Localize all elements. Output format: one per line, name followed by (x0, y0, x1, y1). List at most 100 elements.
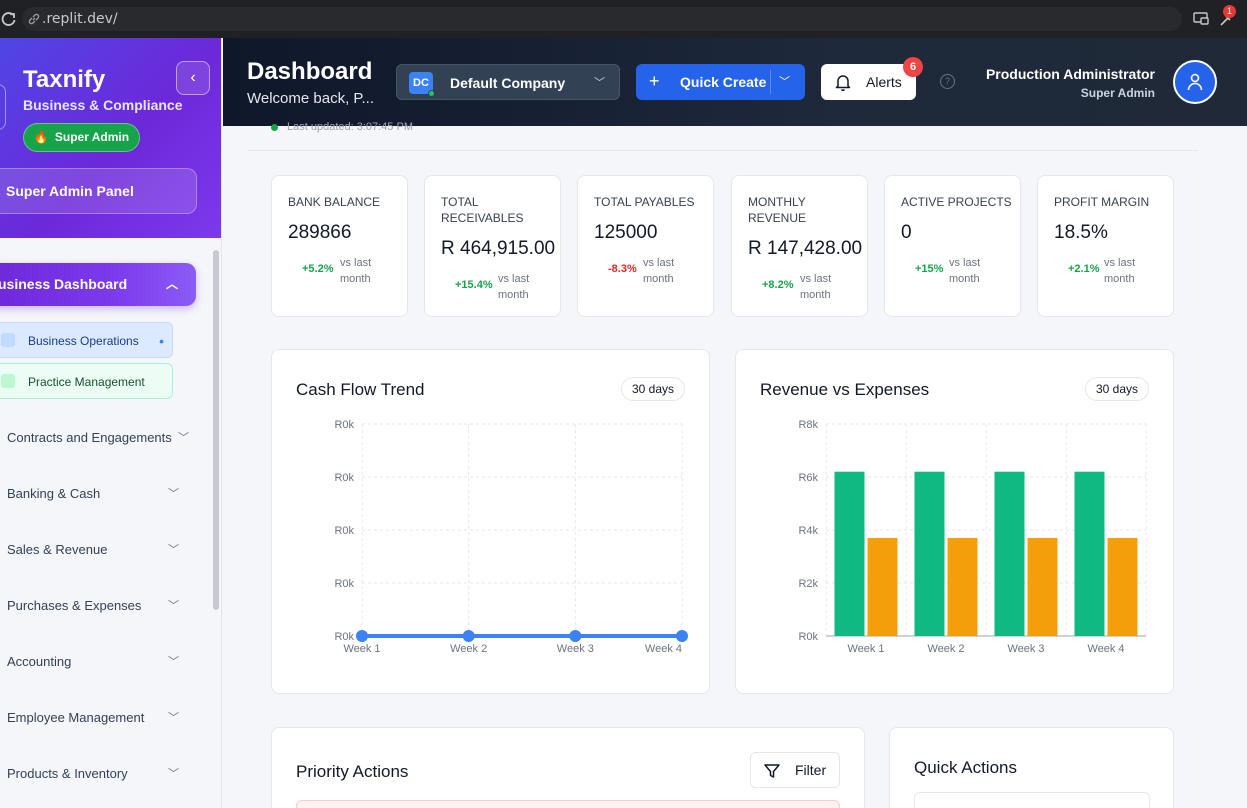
stat-change: +15% (915, 263, 944, 275)
stat-vs-label: vs last month (1104, 257, 1136, 285)
sidebar-item-label: Products & Inventory (7, 766, 128, 781)
quick-create-label: Quick Create (680, 74, 767, 90)
sidebar-item-sales[interactable]: Sales & Revenue ﹀ (7, 538, 187, 562)
priority-actions-card: Priority Actions Filter (271, 727, 865, 808)
x-tick-label: Week 1 (343, 643, 380, 655)
sidebar-item-purchases[interactable]: Purchases & Expenses ﹀ (7, 594, 187, 618)
x-tick-label: Week 1 (847, 643, 884, 655)
page-title: Dashboard (247, 58, 373, 85)
chevron-down-icon: ﹀ (168, 488, 179, 500)
sidebar-item-label: usiness Dashboard (0, 276, 128, 292)
quick-action-item[interactable] (914, 792, 1150, 808)
stat-label: MONTHLY REVENUE (748, 195, 807, 225)
extension-badge: 1 (1223, 5, 1236, 18)
chevron-down-icon[interactable]: ﹀ (779, 64, 790, 100)
sidebar-subitem-label: Business Operations (28, 334, 139, 348)
quick-create-button[interactable]: + Quick Create ﹀ (636, 64, 805, 100)
super-admin-panel-button[interactable]: Super Admin Panel (0, 168, 197, 214)
sidebar-item-label: Banking & Cash (7, 486, 101, 501)
sidebar-item-banking[interactable]: Banking & Cash ﹀ (7, 482, 187, 506)
stat-label: BANK BALANCE (288, 195, 381, 209)
stat-change: +2.1% (1068, 263, 1100, 275)
sidebar-item-label: Contracts and Engagements (7, 430, 172, 445)
data-point (462, 630, 475, 642)
chevron-down-icon: ﹀ (168, 600, 179, 612)
revenue-bar (834, 471, 865, 636)
stat-card-bank-balance[interactable]: BANK BALANCE 289866 +5.2% vs last month (271, 175, 408, 317)
sidebar-subitem-business-operations[interactable]: Business Operations • (0, 322, 173, 358)
stat-label: PROFIT MARGIN (1054, 195, 1150, 209)
stat-vs-label: vs last month (340, 257, 372, 285)
collapse-sidebar-button[interactable]: ‹ (176, 61, 210, 95)
sidebar-item-label: Purchases & Expenses (7, 598, 142, 613)
priority-action-item[interactable] (296, 800, 840, 808)
stat-card-total-payables[interactable]: TOTAL PAYABLES 125000 -8.3% vs last mont… (577, 175, 714, 317)
sidebar-subitem-practice-management[interactable]: Practice Management (0, 363, 173, 399)
browser-toolbar: .replit.dev/ 1 (0, 0, 1247, 38)
sidebar-subitem-label: Practice Management (28, 375, 145, 389)
role-badge: 🔥 Super Admin (23, 123, 140, 152)
sidebar-scrollbar[interactable] (213, 250, 219, 610)
sidebar-item-label: Employee Management (7, 710, 145, 725)
stat-card-profit-margin[interactable]: PROFIT MARGIN 18.5% +2.1% vs last month (1037, 175, 1174, 317)
stat-card-monthly-revenue[interactable]: MONTHLY REVENUE R 147,428.00 +8.2% vs la… (731, 175, 868, 317)
y-tick-label: R8k (798, 419, 818, 431)
data-point (676, 630, 688, 642)
stat-change: +8.2% (762, 279, 794, 291)
site-info-icon[interactable] (27, 12, 41, 26)
alerts-button[interactable]: Alerts 6 (821, 57, 923, 100)
sidebar-item-label: Accounting (7, 654, 72, 669)
chart-range-badge[interactable]: 30 days (1084, 377, 1149, 401)
filter-icon (764, 764, 780, 778)
x-tick-label: Week 2 (450, 643, 487, 655)
sidebar-item-business-dashboard[interactable]: usiness Dashboard ︿ (0, 263, 196, 306)
x-tick-label: Week 3 (557, 643, 594, 655)
stat-card-active-projects[interactable]: ACTIVE PROJECTS 0 +15% vs last month (884, 175, 1021, 317)
cast-icon[interactable] (1192, 10, 1210, 28)
expense-bar (1107, 537, 1138, 636)
expense-bar (1027, 537, 1058, 636)
filter-label: Filter (795, 762, 827, 778)
user-icon (1187, 73, 1203, 91)
sidebar-item-label: Sales & Revenue (7, 542, 108, 557)
sidebar-item-contracts[interactable]: Contracts and Engagements ﹀ (7, 426, 189, 450)
stat-label: ACTIVE PROJECTS (901, 195, 1012, 209)
stat-label: TOTAL RECEIVABLES (441, 195, 524, 225)
company-name: Default Company (450, 75, 566, 91)
stat-change: +5.2% (302, 263, 334, 275)
sidebar-header: Taxnify Business & Compliance ‹ 🔥 Super A… (0, 38, 221, 238)
x-tick-label: Week 4 (1087, 643, 1124, 655)
filter-button[interactable]: Filter (750, 752, 840, 788)
revenue-bar (914, 471, 945, 636)
sidebar-item-employees[interactable]: Employee Management ﹀ (7, 706, 187, 730)
chart-range-badge[interactable]: 30 days (620, 377, 685, 401)
sidebar: Taxnify Business & Compliance ‹ 🔥 Super A… (0, 38, 222, 808)
user-avatar[interactable] (1173, 60, 1217, 104)
section-title: Quick Actions (914, 758, 1017, 777)
chevron-down-icon: ﹀ (594, 77, 605, 89)
chart-title: Cash Flow Trend (296, 380, 425, 399)
button-divider (770, 70, 771, 94)
company-selector[interactable]: DC Default Company ﹀ (396, 64, 620, 100)
stat-change: +15.4% (455, 279, 493, 291)
revenue-expenses-chart-card: R0k R2k R4k R6k R8k Week 1 Week 2 Week 3 Week 4 … (735, 349, 1174, 694)
sidebar-item-products[interactable]: Products & Inventory ﹀ (7, 762, 187, 786)
brand-logo-box (0, 84, 6, 130)
y-tick-label: R0k (798, 631, 818, 643)
top-header: Dashboard Welcome back, P... DC Default … (223, 38, 1247, 126)
active-indicator-dot: • (159, 333, 164, 349)
last-updated-row: Last updated: 3:07:45 PM (248, 121, 1198, 151)
quick-actions-card: Quick Actions (889, 727, 1174, 808)
y-tick-label: R0k (334, 578, 354, 590)
x-tick-label: Week 2 (927, 643, 964, 655)
cash-flow-chart: R0kR0kR0kR0kR0kWeek 1 Week 2 Week 3 Week 4 (334, 419, 688, 655)
sidebar-item-accounting[interactable]: Accounting ﹀ (7, 650, 187, 674)
address-bar[interactable] (22, 7, 1182, 31)
stat-card-total-receivables[interactable]: TOTAL RECEIVABLES R 464,915.00 +15.4% vs… (424, 175, 561, 317)
y-tick-label: R0k (334, 631, 354, 643)
chevron-down-icon: ﹀ (168, 768, 179, 780)
reload-icon[interactable] (0, 10, 18, 28)
stat-change: -8.3% (608, 263, 637, 275)
y-tick-label: R4k (798, 525, 818, 537)
help-icon[interactable]: ? (940, 74, 955, 89)
